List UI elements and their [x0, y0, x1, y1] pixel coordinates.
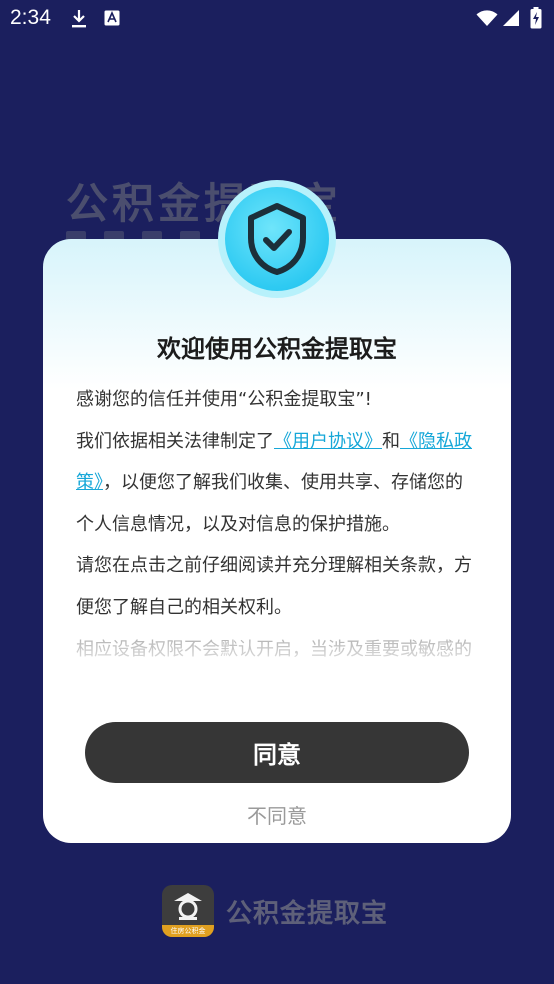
scroll-fade: [76, 639, 476, 695]
dialog-paragraph-read-carefully: 请您在点击之前仔细阅读并充分理解相关条款，方便您了解自己的相关权利。: [76, 555, 472, 618]
logo-caption: 住房公积金: [162, 925, 214, 937]
disagree-button[interactable]: 不同意: [43, 800, 511, 829]
shield-badge: [218, 180, 336, 298]
text-input-icon: [104, 10, 120, 30]
agree-button[interactable]: 同意: [85, 722, 469, 783]
dialog-title: 欢迎使用公积金提取宝: [157, 335, 397, 363]
signal-icon: [502, 9, 520, 31]
policies-prefix: 我们依据相关法律制定了: [76, 430, 274, 452]
dialog-paragraph-thanks: 感谢您的信任并使用“公积金提取宝”!: [76, 389, 372, 410]
app-logo-icon: 住房公积金: [162, 885, 214, 937]
policies-and: 和: [382, 430, 400, 452]
status-bar: 2:34: [0, 0, 554, 38]
dialog-paragraph-policies: 我们依据相关法律制定了《用户协议》和《隐私政策》，以便您了解我们收集、使用共享、…: [76, 421, 476, 546]
download-icon: [70, 9, 88, 33]
status-time: 2:34: [10, 6, 51, 29]
policies-suffix: ，以便您了解我们收集、使用共享、存储您的个人信息情况，以及对信息的保护措施。: [76, 472, 463, 535]
wifi-icon: [476, 9, 498, 31]
privacy-consent-dialog: 欢迎使用公积金提取宝 感谢您的信任并使用“公积金提取宝”! 我们依据相关法律制定…: [43, 239, 511, 843]
battery-icon: [530, 7, 542, 33]
user-agreement-link[interactable]: 《用户协议》: [274, 431, 382, 452]
footer-app-name: 公积金提取宝: [226, 899, 389, 929]
shield-check-icon: [225, 187, 329, 291]
